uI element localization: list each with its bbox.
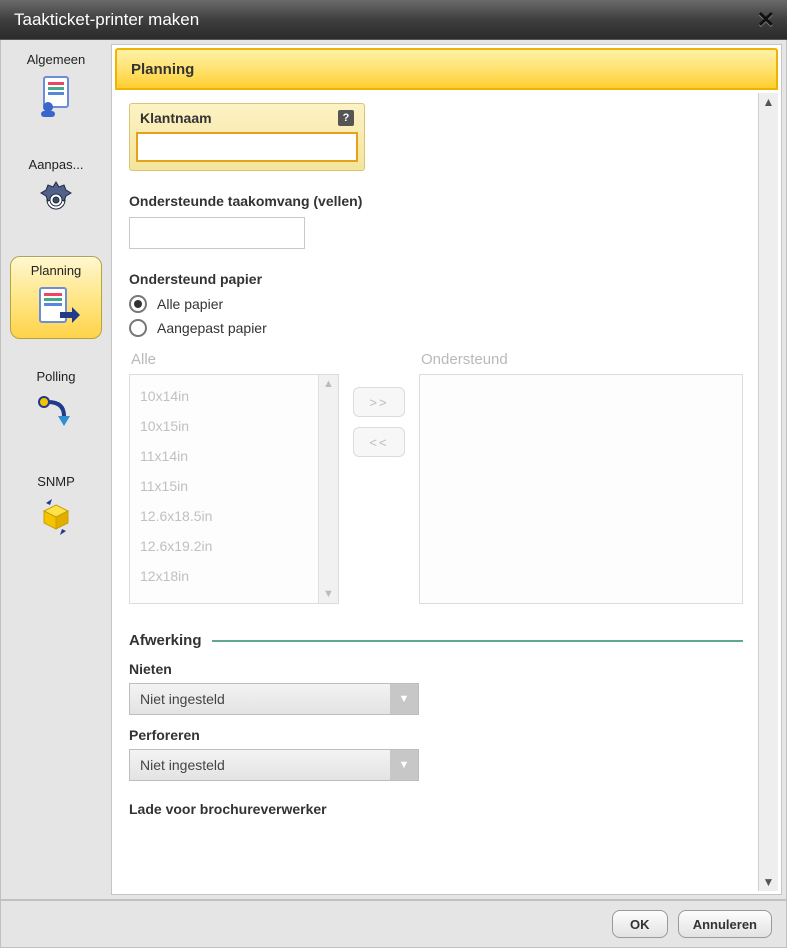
listbox-all: 10x14in 10x15in 11x14in 11x15in 12.6x18.… (129, 374, 339, 604)
document-arrow-icon (32, 282, 80, 330)
chevron-down-icon: ▼ (390, 684, 418, 714)
listbox-supported-items (420, 375, 742, 603)
perforeren-label: Perforeren (129, 727, 743, 743)
sidebar-item-algemeen[interactable]: Algemeen (10, 46, 102, 127)
dual-listbox: Alle 10x14in 10x15in 11x14in 11x15in 12.… (129, 343, 743, 604)
perforeren-select[interactable]: Niet ingesteld ▼ (129, 749, 419, 781)
list-item[interactable]: 11x15in (130, 471, 318, 501)
papier-label: Ondersteund papier (129, 271, 743, 287)
radio-icon (129, 319, 147, 337)
polling-route-icon (32, 388, 80, 436)
taakomvang-input[interactable] (129, 217, 305, 249)
sidebar-item-label: Polling (12, 369, 100, 384)
radio-label: Alle papier (157, 296, 223, 312)
radio-alle-papier[interactable]: Alle papier (129, 295, 743, 313)
listbox-scrollbar[interactable]: ▲ ▼ (318, 375, 338, 603)
lade-label: Lade voor brochureverwerker (129, 801, 743, 817)
scroll-area: Klantnaam ? Ondersteunde taakomvang (vel… (115, 93, 757, 891)
radio-aangepast-papier[interactable]: Aangepast papier (129, 319, 743, 337)
footer: OK Annuleren (0, 900, 787, 948)
listbox-all-items: 10x14in 10x15in 11x14in 11x15in 12.6x18.… (130, 375, 318, 603)
document-person-icon (32, 71, 80, 119)
list-item[interactable]: 12x18in (130, 561, 318, 591)
scroll-down-icon[interactable]: ▼ (760, 873, 778, 891)
sidebar: Algemeen Aanpas... (1, 40, 111, 899)
panel-body: Klantnaam ? Ondersteunde taakomvang (vel… (112, 93, 781, 894)
taakomvang-label: Ondersteunde taakomvang (vellen) (129, 193, 743, 209)
radio-label: Aangepast papier (157, 320, 267, 336)
chevron-down-icon: ▼ (390, 750, 418, 780)
nieten-label: Nieten (129, 661, 743, 677)
scroll-down-icon[interactable]: ▼ (323, 585, 334, 603)
klantnaam-label: Klantnaam (140, 110, 212, 126)
sidebar-item-snmp[interactable]: SNMP (10, 468, 102, 549)
content-wrap: Planning Klantnaam ? Ondersteunde taakom… (111, 40, 786, 899)
listbox-supported (419, 374, 743, 604)
klantnaam-input[interactable] (136, 132, 358, 162)
gear-icon (32, 176, 80, 224)
sidebar-item-label: Planning (13, 263, 99, 278)
content-panel: Planning Klantnaam ? Ondersteunde taakom… (111, 44, 782, 895)
column-all-title: Alle (131, 351, 339, 368)
list-item[interactable]: 12.6x18.5in (130, 501, 318, 531)
list-item[interactable]: 10x14in (130, 381, 318, 411)
help-icon[interactable]: ? (338, 110, 354, 126)
sidebar-item-label: SNMP (12, 474, 100, 489)
section-afwerking: Afwerking (129, 632, 743, 649)
scroll-up-icon[interactable]: ▲ (323, 375, 334, 393)
list-item[interactable]: 12.6x19.2in (130, 531, 318, 561)
select-value: Niet ingesteld (130, 750, 390, 780)
move-left-button[interactable]: << (353, 427, 405, 457)
ok-button[interactable]: OK (612, 910, 668, 938)
section-title: Afwerking (129, 632, 202, 649)
panel-header: Planning (115, 48, 778, 90)
panel-title: Planning (131, 61, 194, 78)
cube-arrows-icon (32, 493, 80, 541)
klantnaam-group: Klantnaam ? (129, 103, 365, 171)
radio-icon (129, 295, 147, 313)
nieten-select[interactable]: Niet ingesteld ▼ (129, 683, 419, 715)
titlebar: Taakticket-printer maken ✕ (0, 0, 787, 40)
move-right-button[interactable]: >> (353, 387, 405, 417)
sidebar-item-label: Aanpas... (12, 157, 100, 172)
close-icon[interactable]: ✕ (757, 7, 775, 33)
window-title: Taakticket-printer maken (14, 10, 199, 30)
sidebar-item-aanpassen[interactable]: Aanpas... (10, 151, 102, 232)
divider (212, 640, 743, 642)
list-item[interactable]: 11x14in (130, 441, 318, 471)
column-supported-title: Ondersteund (421, 351, 743, 368)
move-buttons: >> << (353, 343, 405, 604)
main-region: Algemeen Aanpas... (0, 40, 787, 900)
sidebar-item-polling[interactable]: Polling (10, 363, 102, 444)
select-value: Niet ingesteld (130, 684, 390, 714)
sidebar-item-label: Algemeen (12, 52, 100, 67)
list-item[interactable]: 10x15in (130, 411, 318, 441)
scroll-up-icon[interactable]: ▲ (760, 93, 778, 111)
sidebar-item-planning[interactable]: Planning (10, 256, 102, 339)
cancel-button[interactable]: Annuleren (678, 910, 772, 938)
panel-scrollbar[interactable]: ▲ ▼ (758, 93, 778, 891)
